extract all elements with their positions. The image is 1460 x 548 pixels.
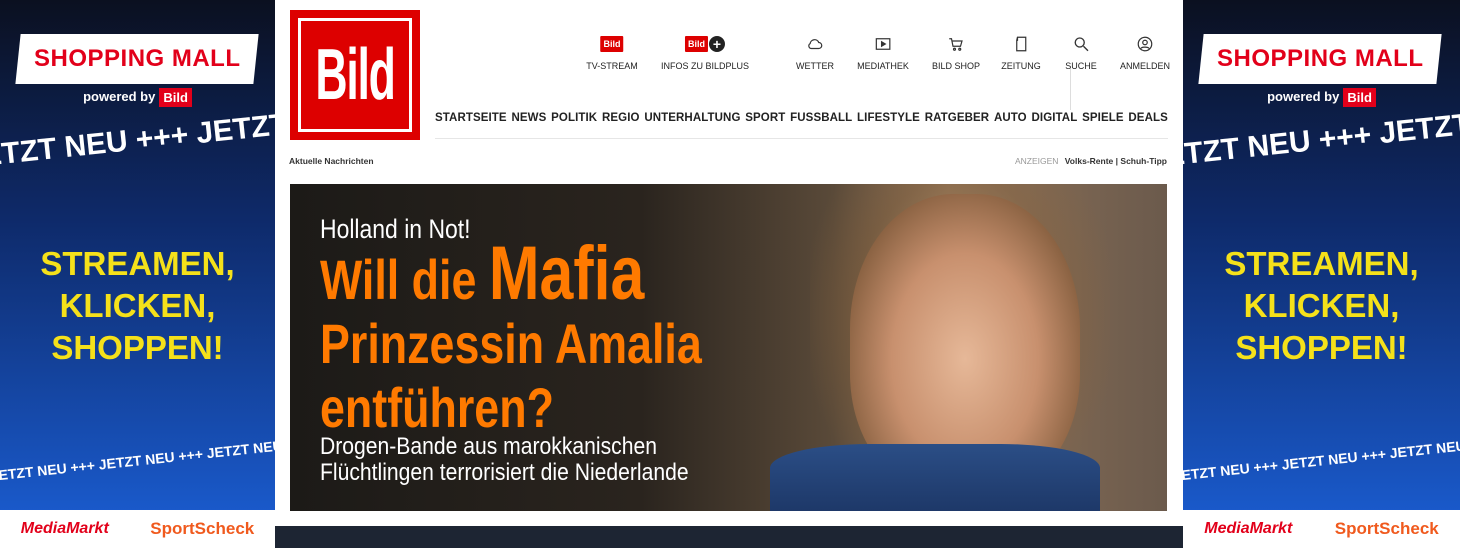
divider [1070,66,1071,110]
ad-brands: MediaMarkt SportScheck [1183,510,1460,548]
bild-shop-link[interactable]: BILD SHOP [932,34,980,71]
bild-tv-icon: Bild [600,36,624,52]
nav-unterhaltung[interactable]: UNTERHALTUNG [644,112,740,124]
left-skyscraper-ad[interactable]: SHOPPING MALL powered by Bild ETZT NEU ++… [0,0,275,548]
hero-deck: Drogen-Bande aus marokkanischen Flüchtli… [320,434,689,486]
right-skyscraper-ad[interactable]: SHOPPING MALL powered by Bild ETZT NEU ++… [1183,0,1460,548]
tv-stream-label: TV-STREAM [586,61,638,71]
hero-image-dress [770,444,1100,511]
ad-bild-mini-logo: Bild [1343,88,1376,107]
bottom-bar [275,526,1183,548]
nav-digital[interactable]: DIGITAL [1032,112,1078,124]
top-icon-bar: Bild TV-STREAM Bild + INFOS ZU BILDPLUS W… [575,34,1175,110]
nav-regio[interactable]: REGIO [602,112,640,124]
nav-news[interactable]: NEWS [511,112,546,124]
nav-ratgeber[interactable]: RATGEBER [925,112,989,124]
section-label: Aktuelle Nachrichten [289,156,374,166]
ad-ticker-bottom: JETZT NEU +++ JETZT NEU +++ JETZT NEU + [0,436,275,484]
ad-badge-text: SHOPPING MALL [1216,45,1424,72]
bild-plus-icon: Bild [685,36,708,52]
sportscheck-logo: SportScheck [1334,519,1439,538]
main-content: Bild Bild TV-STREAM Bild + INFOS ZU BILDP… [275,0,1183,548]
nav-deals[interactable]: DEALS [1128,112,1167,124]
hero-headline-big: Mafia [488,231,645,316]
newspaper-icon [1015,36,1027,52]
bildplus-info-link[interactable]: Bild + INFOS ZU BILDPLUS [661,34,749,71]
nav-politik[interactable]: POLITIK [551,112,597,124]
hero-kicker: Holland in Not! [320,214,471,244]
mediathek-link[interactable]: MEDIATHEK [857,34,909,71]
ad-powered-by: powered by Bild [1183,88,1460,107]
cart-icon [949,38,963,51]
ad-link-schuh-tipp[interactable]: Schuh-Tipp [1120,156,1167,166]
ad-link-separator: | [1115,156,1119,166]
ad-brands: MediaMarkt SportScheck [0,510,275,548]
nav-lifestyle[interactable]: LIFESTYLE [857,112,920,124]
hero-deck-line1: Drogen-Bande aus marokkanischen [320,433,657,460]
bild-logo[interactable]: Bild [290,10,420,140]
ad-ticker-bottom: JETZT NEU +++ JETZT NEU +++ JETZT NEU + [1183,436,1460,484]
weather-link[interactable]: WETTER [796,34,834,71]
ad-link-volks-rente[interactable]: Volks-Rente [1065,156,1114,166]
sportscheck-logo: SportScheck [150,519,255,538]
tv-stream-link[interactable]: Bild TV-STREAM [586,34,638,71]
search-link[interactable]: SUCHE [1065,34,1097,71]
hero-teaser[interactable]: Holland in Not! Will die Mafia Prinzessi… [290,184,1167,511]
play-icon [875,38,891,50]
nav-fussball[interactable]: FUSSBALL [790,112,852,124]
user-icon [1137,36,1153,52]
hero-deck-line2: Flüchtlingen terrorisiert die Niederland… [320,459,689,486]
nav-spiele[interactable]: SPIELE [1082,112,1124,124]
mediathek-label: MEDIATHEK [857,61,909,71]
search-icon [1074,37,1089,52]
ad-slogan: STREAMEN, KLICKEN, SHOPPEN! [1224,245,1419,366]
bildplus-label: INFOS ZU BILDPLUS [660,61,750,71]
ad-badge: SHOPPING MALL [15,34,259,84]
mediamarkt-logo: MediaMarkt [1204,520,1293,537]
zeitung-link[interactable]: ZEITUNG [1001,34,1041,71]
login-label: ANMELDEN [1119,61,1171,71]
nav-startseite[interactable]: STARTSEITE [435,112,507,124]
search-label: SUCHE [1065,61,1097,71]
weather-label: WETTER [796,61,834,71]
bild-logo-text: Bild [315,35,396,115]
ad-bild-mini-logo: Bild [159,88,192,107]
ad-links: ANZEIGEN Volks-Rente | Schuh-Tipp [1015,156,1167,166]
ad-badge-text: SHOPPING MALL [33,45,241,72]
ad-powered-by: powered by Bild [0,88,275,107]
login-link[interactable]: ANMELDEN [1120,34,1170,71]
zeitung-label: ZEITUNG [1001,61,1041,71]
nav-auto[interactable]: AUTO [994,112,1027,124]
nav-divider [435,138,1168,139]
hero-headline-line2: Prinzessin Amalia [320,312,702,375]
mediamarkt-logo: MediaMarkt [20,520,109,537]
ads-label: ANZEIGEN [1014,156,1059,166]
hero-headline: Will die Mafia Prinzessin Amalia entführ… [320,236,702,440]
nav-sport[interactable]: SPORT [745,112,785,124]
ad-badge: SHOPPING MALL [1198,34,1442,84]
hero-headline-line3: entführen? [320,376,554,439]
main-navigation: STARTSEITE NEWS POLITIK REGIO UNTERHALTU… [435,112,1168,124]
bild-shop-label: BILD SHOP [931,61,981,71]
ad-ticker-top: ETZT NEU +++ JETZT [0,107,275,173]
cloud-icon [808,39,823,50]
ad-ticker-top: ETZT NEU +++ JETZT [1183,107,1460,173]
ad-slogan: STREAMEN, KLICKEN, SHOPPEN! [40,245,235,366]
hero-headline-line1: Will die [320,248,477,311]
